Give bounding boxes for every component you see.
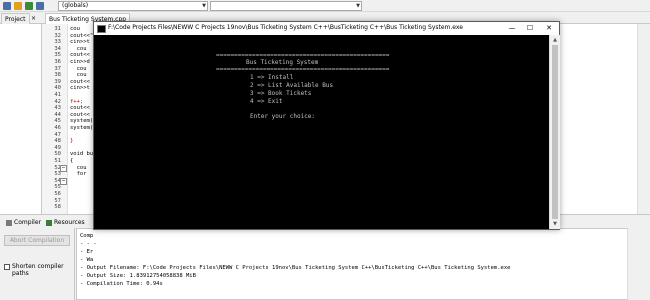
log-scrollbar[interactable] [627,228,637,300]
back-icon[interactable] [3,2,11,10]
chevron-down-icon: ▼ [202,3,206,9]
compiler-icon [6,219,12,226]
console-app-icon [97,25,106,33]
line-number: 58 [54,204,61,211]
line-number: 39 [54,78,61,85]
code-line: void bu [70,151,94,158]
chevron-down-icon: ▼ [356,3,360,9]
code-line: cin>>d [70,59,90,65]
code-line: cou [70,72,87,79]
code-line: } [70,138,74,145]
code-line: cout<< [70,52,90,59]
tab-compiler[interactable]: Compiler [4,217,43,228]
console-titlebar[interactable]: F:\Code Projects Files\NEWW C Projects 1… [94,22,559,35]
code-line: cou [70,164,87,171]
menu-item: 4 => Exit [250,98,283,105]
scope-combo[interactable]: (globals) ▼ [58,1,208,11]
fold-toggle-icon[interactable]: − [60,164,67,172]
line-number: 50 [54,151,61,158]
symbol-combo[interactable]: ▼ [210,1,362,11]
line-number: 40 [54,85,61,92]
code-line: cin>>t [70,85,90,92]
menu-item: 3 => Book Tickets [250,90,312,97]
shorten-paths-label: Shorten compiler paths [12,263,64,277]
log-line: - Output Size: 1.83912754058838 MiB [80,273,196,279]
line-number: 31 [54,26,61,32]
console-heading: Bus Ticketing System [246,59,319,66]
code-line: f++; [70,98,84,105]
code-line: cout<< [70,105,90,112]
line-number: 57 [54,197,61,204]
code-line: cou [70,26,80,32]
bookmark-icon[interactable] [14,2,22,10]
abort-compilation-button[interactable]: Abort Compilation [4,235,70,246]
code-line: cout<< [70,111,90,118]
scroll-thumb[interactable] [552,45,558,219]
line-number: 55 [54,184,61,191]
project-panel-close[interactable]: × [28,13,39,24]
code-line: cout<<" [70,32,94,39]
code-line: cou [70,45,87,52]
goto-icon[interactable] [25,2,33,10]
console-window[interactable]: F:\Code Projects Files\NEWW C Projects 1… [93,21,560,230]
scroll-down-icon[interactable]: ▼ [551,220,559,228]
menu-item: 1 => Install [250,74,294,81]
line-number: 32 [54,32,61,39]
separator-bottom: ========================================… [216,66,390,73]
log-line: - Output Filename: F:\Code Projects File… [80,265,511,271]
shorten-paths-checkbox[interactable] [4,264,10,270]
tab-project[interactable]: Project [1,13,30,24]
code-line: for [70,171,87,178]
line-number: 45 [54,118,61,125]
toolbar: (globals) ▼ ▼ [0,0,650,12]
separator-top: ========================================… [216,52,390,59]
editor-scrollbar[interactable] [637,24,650,214]
line-number: 48 [54,138,61,145]
compile-log[interactable]: Comp - - - - Er - Wa - Output Filename: F:\C… [76,228,637,300]
code-line: cout<< [70,78,90,85]
console-output[interactable]: ========================================… [94,35,549,229]
line-number: 49 [54,144,61,151]
line-number: 42 [54,98,61,105]
scroll-up-icon[interactable]: ▲ [551,36,559,44]
minimize-icon[interactable]: — [504,22,520,35]
line-number: 37 [54,65,61,72]
line-number: 46 [54,125,61,131]
line-number: 41 [54,92,61,98]
editor-gutter: 31 32 33 34 35 36 37 38 39 40 41 42 43 44 45 46 47 48 49 50… [42,24,68,214]
code-line: cin>>t [70,39,90,46]
tab-resources[interactable]: Resources [44,217,87,228]
code-line: system( [70,118,94,125]
console-scrollbar[interactable]: ▲ ▼ [549,35,560,229]
menu-item: 2 => List Available Bus [250,82,334,89]
line-number: 36 [54,59,61,65]
resources-icon [46,219,52,226]
line-number: 53 [54,171,61,178]
line-number: 47 [54,131,61,138]
maximize-icon[interactable]: ☐ [522,22,538,35]
line-number: 44 [54,111,61,118]
forward-icon[interactable] [36,2,44,10]
log-line: - Compilation Time: 0.94s [80,281,163,287]
log-line: - Er [80,249,94,255]
line-number: 43 [54,105,61,112]
code-line: system( [70,125,94,131]
log-line: - - - [80,241,97,247]
close-icon[interactable]: ✕ [541,22,557,35]
code-line: { [70,158,74,164]
line-number: 38 [54,72,61,79]
log-line: Comp [80,233,94,239]
console-prompt: Enter your choice: [250,113,316,120]
line-number: 35 [54,52,61,59]
line-number: 51 [54,158,61,164]
compiler-controls: Abort Compilation Shorten compiler paths [0,228,75,300]
console-title: F:\Code Projects Files\NEWW C Projects 1… [108,24,463,31]
code-line: cou [70,65,87,72]
line-number: 33 [54,39,61,46]
line-number: 56 [54,191,61,197]
project-panel[interactable] [0,24,42,214]
fold-toggle-icon[interactable]: − [60,177,67,185]
line-number: 34 [54,45,61,52]
log-line: - Wa [80,257,94,263]
